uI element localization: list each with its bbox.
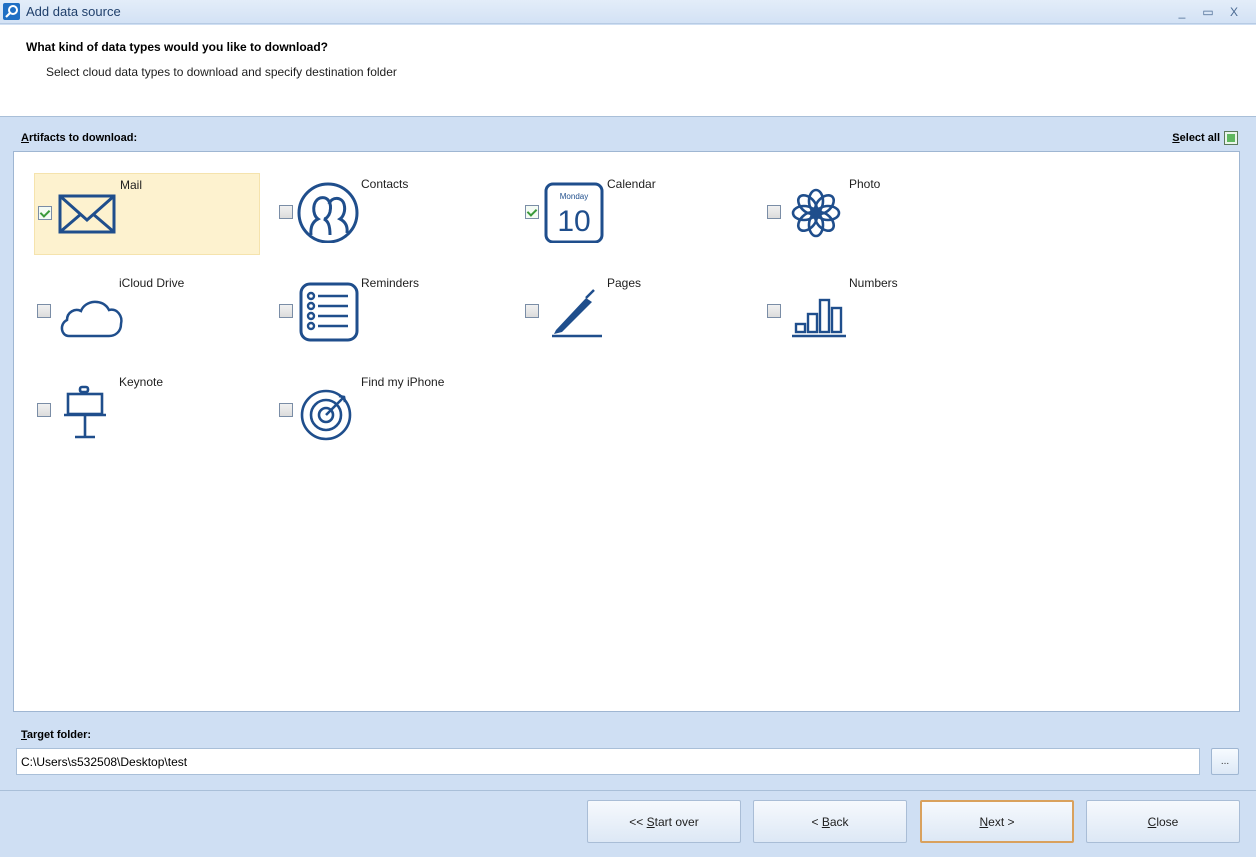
search-app-icon [3, 3, 20, 20]
close-window-button[interactable]: X [1224, 2, 1244, 22]
artifact-keynote[interactable]: Keynote [34, 371, 260, 453]
artifact-label: iCloud Drive [119, 276, 185, 290]
contacts-icon [297, 182, 359, 243]
next-button[interactable]: Next > [920, 800, 1074, 843]
contacts-checkbox[interactable] [279, 205, 293, 219]
artifact-label: Photo [849, 177, 881, 191]
calendar-checkbox[interactable] [525, 205, 539, 219]
reminders-checkbox[interactable] [279, 304, 293, 318]
presentation-icon [64, 385, 106, 439]
artifacts-label: Artifacts to download: [21, 132, 138, 144]
browse-button[interactable]: ... [1211, 748, 1239, 775]
icloud-drive-checkbox[interactable] [37, 304, 51, 318]
artifact-label: Numbers [849, 276, 898, 290]
artifact-calendar[interactable]: Monday 10 Calendar [522, 173, 748, 255]
artifact-label: Pages [607, 276, 642, 290]
artifact-find-my-iphone[interactable]: Find my iPhone [276, 371, 502, 453]
artifact-reminders[interactable]: Reminders [276, 272, 502, 354]
envelope-icon [58, 194, 116, 234]
target-folder-input[interactable] [16, 748, 1200, 775]
artifact-pages[interactable]: Pages [522, 272, 748, 354]
calendar-day-text: Monday [560, 192, 588, 201]
keynote-checkbox[interactable] [37, 403, 51, 417]
flower-icon [791, 188, 841, 238]
artifact-contacts[interactable]: Contacts [276, 173, 502, 255]
back-button[interactable]: < Back [753, 800, 907, 843]
artifacts-panel: Mail Contacts Monday 10 Calendar Photo i… [13, 151, 1240, 712]
artifact-mail[interactable]: Mail [34, 173, 260, 255]
title-bar: Add data source _ ▭ X [0, 0, 1256, 24]
wizard-question: What kind of data types would you like t… [26, 40, 329, 54]
find-my-iphone-checkbox[interactable] [279, 403, 293, 417]
close-button[interactable]: Close [1086, 800, 1240, 843]
numbers-checkbox[interactable] [767, 304, 781, 318]
artifact-label: Contacts [361, 177, 409, 191]
calendar-date-text: 10 [557, 205, 590, 238]
calendar-icon: Monday 10 [544, 182, 604, 243]
window-title: Add data source [26, 4, 121, 19]
target-folder-label: Target folder: [21, 729, 92, 741]
radar-icon [300, 389, 352, 441]
photo-checkbox[interactable] [767, 205, 781, 219]
artifact-label: Mail [120, 178, 143, 192]
maximize-button[interactable]: ▭ [1198, 2, 1218, 22]
wizard-header: What kind of data types would you like t… [0, 25, 1256, 117]
artifact-icloud-drive[interactable]: iCloud Drive [34, 272, 260, 354]
pen-icon [552, 289, 602, 338]
pages-checkbox[interactable] [525, 304, 539, 318]
select-all-checkbox[interactable] [1224, 131, 1238, 145]
bar-chart-icon [792, 298, 846, 338]
artifact-photo[interactable]: Photo [764, 173, 990, 255]
mail-checkbox[interactable] [38, 206, 52, 220]
artifact-label: Calendar [607, 177, 656, 191]
artifact-numbers[interactable]: Numbers [764, 272, 990, 354]
minimize-button[interactable]: _ [1172, 2, 1192, 22]
artifact-label: Keynote [119, 375, 164, 389]
wizard-subtitle: Select cloud data types to download and … [46, 65, 397, 79]
list-icon [299, 282, 359, 342]
start-over-button[interactable]: << Start over [587, 800, 741, 843]
footer-divider [0, 790, 1256, 791]
artifact-label: Find my iPhone [361, 375, 445, 389]
artifact-label: Reminders [361, 276, 420, 290]
select-all-toggle[interactable]: Select all [1172, 131, 1238, 145]
